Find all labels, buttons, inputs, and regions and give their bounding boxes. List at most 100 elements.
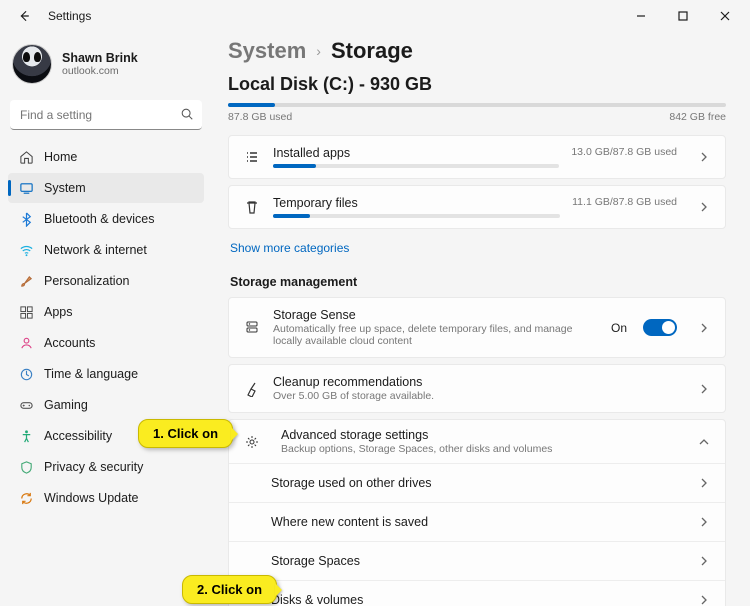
- chevron-right-icon: ›: [316, 43, 321, 59]
- chevron-right-icon: [697, 476, 711, 490]
- profile-email: outlook.com: [62, 65, 138, 77]
- accessibility-icon: [18, 428, 34, 444]
- sidebar-item-privacy[interactable]: Privacy & security: [8, 452, 204, 482]
- trash-icon: [243, 198, 261, 216]
- window-title: Settings: [48, 9, 91, 23]
- row-subtitle: Backup options, Storage Spaces, other di…: [281, 443, 669, 455]
- system-icon: [18, 180, 34, 196]
- back-button[interactable]: [12, 4, 36, 28]
- gaming-icon: [18, 397, 34, 413]
- sidebar-item-label: Time & language: [44, 367, 138, 381]
- maximize-button[interactable]: [662, 2, 704, 30]
- search-field[interactable]: [10, 100, 202, 130]
- disk-used-label: 87.8 GB used: [228, 111, 292, 123]
- advanced-child-disks-volumes[interactable]: Disks & volumes: [229, 580, 725, 606]
- sidebar-item-label: Accounts: [44, 336, 95, 350]
- sidebar-item-label: Personalization: [44, 274, 129, 288]
- main: System › Storage Local Disk (C:) - 930 G…: [210, 32, 750, 606]
- bluetooth-icon: [18, 211, 34, 227]
- category-bar: [273, 214, 560, 218]
- wifi-icon: [18, 242, 34, 258]
- category-title: Temporary files: [273, 196, 560, 210]
- chevron-right-icon: [697, 200, 711, 214]
- storage-sense-toggle[interactable]: [643, 319, 677, 336]
- storage-sense-icon: [243, 319, 261, 337]
- apps-icon: [18, 304, 34, 320]
- profile-name: Shawn Brink: [62, 51, 138, 65]
- toggle-state-label: On: [611, 321, 627, 335]
- sidebar-item-label: Gaming: [44, 398, 88, 412]
- sidebar: Shawn Brink outlook.com Home System: [0, 32, 210, 606]
- minimize-button[interactable]: [620, 2, 662, 30]
- nav: Home System Bluetooth & devices Network …: [8, 142, 204, 513]
- show-more-link[interactable]: Show more categories: [230, 241, 349, 255]
- sidebar-item-gaming[interactable]: Gaming: [8, 390, 204, 420]
- sidebar-item-label: Accessibility: [44, 429, 112, 443]
- storage-sense-row[interactable]: Storage Sense Automatically free up spac…: [229, 298, 725, 357]
- row-subtitle: Over 5.00 GB of storage available.: [273, 390, 677, 402]
- disk-usage-bar: [228, 103, 726, 107]
- category-title: Installed apps: [273, 146, 559, 160]
- sidebar-item-apps[interactable]: Apps: [8, 297, 204, 327]
- cleanup-row[interactable]: Cleanup recommendations Over 5.00 GB of …: [229, 365, 725, 412]
- category-temp-files[interactable]: Temporary files 11.1 GB/87.8 GB used: [229, 186, 725, 228]
- category-installed-apps[interactable]: Installed apps 13.0 GB/87.8 GB used: [229, 136, 725, 178]
- search-input[interactable]: [10, 100, 202, 130]
- titlebar: Settings: [0, 0, 750, 32]
- row-title: Advanced storage settings: [281, 428, 669, 442]
- clock-globe-icon: [18, 366, 34, 382]
- account-icon: [18, 335, 34, 351]
- installed-apps-icon: [243, 148, 261, 166]
- gear-advanced-icon: [243, 433, 261, 451]
- advanced-storage-row[interactable]: Advanced storage settings Backup options…: [229, 420, 725, 463]
- sidebar-item-home[interactable]: Home: [8, 142, 204, 172]
- sidebar-item-label: Windows Update: [44, 491, 139, 505]
- callout-1: 1. Click on: [138, 419, 233, 448]
- row-title: Cleanup recommendations: [273, 375, 677, 389]
- sidebar-item-system[interactable]: System: [8, 173, 204, 203]
- sidebar-item-personalization[interactable]: Personalization: [8, 266, 204, 296]
- advanced-child-storage-spaces[interactable]: Storage Spaces: [229, 541, 725, 580]
- search-icon: [180, 107, 194, 124]
- chevron-right-icon: [697, 382, 711, 396]
- advanced-child-other-drives[interactable]: Storage used on other drives: [229, 463, 725, 502]
- broom-icon: [243, 380, 261, 398]
- sidebar-item-label: Bluetooth & devices: [44, 212, 155, 226]
- category-usage: 13.0 GB/87.8 GB used: [571, 146, 677, 158]
- row-subtitle: Automatically free up space, delete temp…: [273, 323, 599, 347]
- paintbrush-icon: [18, 273, 34, 289]
- breadcrumb-current: Storage: [331, 38, 413, 64]
- section-heading: Storage management: [230, 275, 726, 289]
- chevron-right-icon: [697, 554, 711, 568]
- sidebar-item-label: Network & internet: [44, 243, 147, 257]
- breadcrumb-parent[interactable]: System: [228, 38, 306, 64]
- chevron-right-icon: [697, 593, 711, 606]
- disk-title: Local Disk (C:) - 930 GB: [228, 74, 726, 95]
- home-icon: [18, 149, 34, 165]
- row-title: Storage Spaces: [271, 554, 677, 568]
- breadcrumb: System › Storage: [228, 38, 726, 64]
- sidebar-item-label: Home: [44, 150, 77, 164]
- category-usage: 11.1 GB/87.8 GB used: [572, 196, 677, 208]
- chevron-right-icon: [697, 150, 711, 164]
- chevron-up-icon: [697, 435, 711, 449]
- category-bar: [273, 164, 559, 168]
- sidebar-item-label: Privacy & security: [44, 460, 143, 474]
- sidebar-item-network[interactable]: Network & internet: [8, 235, 204, 265]
- row-title: Storage used on other drives: [271, 476, 677, 490]
- sidebar-item-label: System: [44, 181, 86, 195]
- advanced-child-new-content[interactable]: Where new content is saved: [229, 502, 725, 541]
- close-button[interactable]: [704, 2, 746, 30]
- chevron-right-icon: [697, 515, 711, 529]
- shield-icon: [18, 459, 34, 475]
- disk-free-label: 842 GB free: [669, 111, 726, 123]
- sidebar-item-bluetooth[interactable]: Bluetooth & devices: [8, 204, 204, 234]
- profile[interactable]: Shawn Brink outlook.com: [8, 40, 204, 94]
- sidebar-item-accounts[interactable]: Accounts: [8, 328, 204, 358]
- disk-usage-fill: [228, 103, 275, 107]
- sidebar-item-time-language[interactable]: Time & language: [8, 359, 204, 389]
- callout-2: 2. Click on: [182, 575, 277, 604]
- row-title: Storage Sense: [273, 308, 599, 322]
- sidebar-item-windows-update[interactable]: Windows Update: [8, 483, 204, 513]
- update-icon: [18, 490, 34, 506]
